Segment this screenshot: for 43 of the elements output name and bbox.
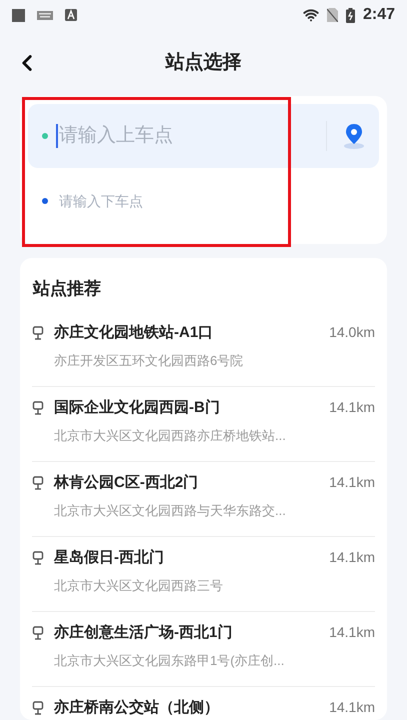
no-sim-icon (326, 8, 338, 22)
page-title: 站点选择 (166, 50, 242, 75)
pickup-field[interactable]: 请输入上车点 (28, 104, 379, 168)
station-address: 北京市大兴区文化园西路与天华东路交... (54, 502, 287, 520)
dropoff-field[interactable]: 请输入下车点 (28, 168, 379, 234)
station-address: 北京市大兴区文化园西路亦庄桥地铁站... (54, 427, 287, 445)
station-distance: 14.1km (329, 473, 375, 492)
station-name: 亦庄文化园地铁站-A1口 (54, 322, 214, 342)
station-name: 国际企业文化园西园-B门 (54, 398, 221, 418)
stop-sign-icon (32, 700, 44, 715)
station-distance: 14.1km (329, 548, 375, 568)
app-letter-icon (65, 9, 77, 21)
stop-sign-icon (32, 326, 44, 340)
station-item[interactable]: 林肯公园C区-西北2门 14.1km 北京市大兴区文化园西路与天华东路交... (32, 472, 375, 536)
stop-sign-icon (32, 626, 44, 640)
station-item[interactable]: 星岛假日-西北门 14.1km 北京市大兴区文化园西路三号 (32, 546, 375, 612)
stop-sign-icon (32, 400, 44, 415)
station-distance: 14.1km (329, 398, 375, 418)
wifi-icon (302, 7, 319, 23)
station-item[interactable]: 国际企业文化园西园-B门 14.1km 北京市大兴区文化园西路亦庄桥地铁站... (32, 396, 375, 462)
notification-icon (12, 8, 25, 22)
station-name: 亦庄创意生活广场-西北1门 (54, 622, 234, 642)
status-time: 2:47 (362, 5, 395, 25)
station-distance: 14.1km (329, 698, 375, 718)
station-name: 林肯公园C区-西北2门 (54, 472, 200, 492)
stop-sign-icon (32, 476, 44, 490)
location-pin-icon[interactable] (343, 123, 365, 149)
station-item[interactable]: 亦庄文化园地铁站-A1口 14.0km 亦庄开发区五环文化园西路6号院 (32, 322, 375, 386)
station-item[interactable]: 亦庄桥南公交站（北侧） 14.1km (32, 696, 375, 720)
station-name: 亦庄桥南公交站（北侧） (54, 698, 220, 718)
station-address: 亦庄开发区五环文化园西路6号院 (54, 352, 244, 370)
station-address: 北京市大兴区文化园西路三号 (54, 577, 224, 595)
section-title: 站点推荐 (32, 278, 102, 300)
dropoff-input[interactable]: 请输入下车点 (59, 190, 379, 212)
station-name: 星岛假日-西北门 (54, 548, 165, 568)
station-address: 北京市大兴区文化园东路甲1号(亦庄创... (54, 652, 286, 670)
station-distance: 14.0km (329, 323, 375, 342)
station-item[interactable]: 亦庄创意生活广场-西北1门 14.1km 北京市大兴区文化园东路甲1号(亦庄创... (32, 622, 375, 686)
stop-sign-icon (32, 550, 44, 565)
station-distance: 14.1km (329, 623, 375, 642)
battery-icon (346, 8, 355, 22)
keyboard-icon (37, 10, 53, 20)
pickup-input[interactable]: 请输入上车点 (59, 122, 310, 150)
